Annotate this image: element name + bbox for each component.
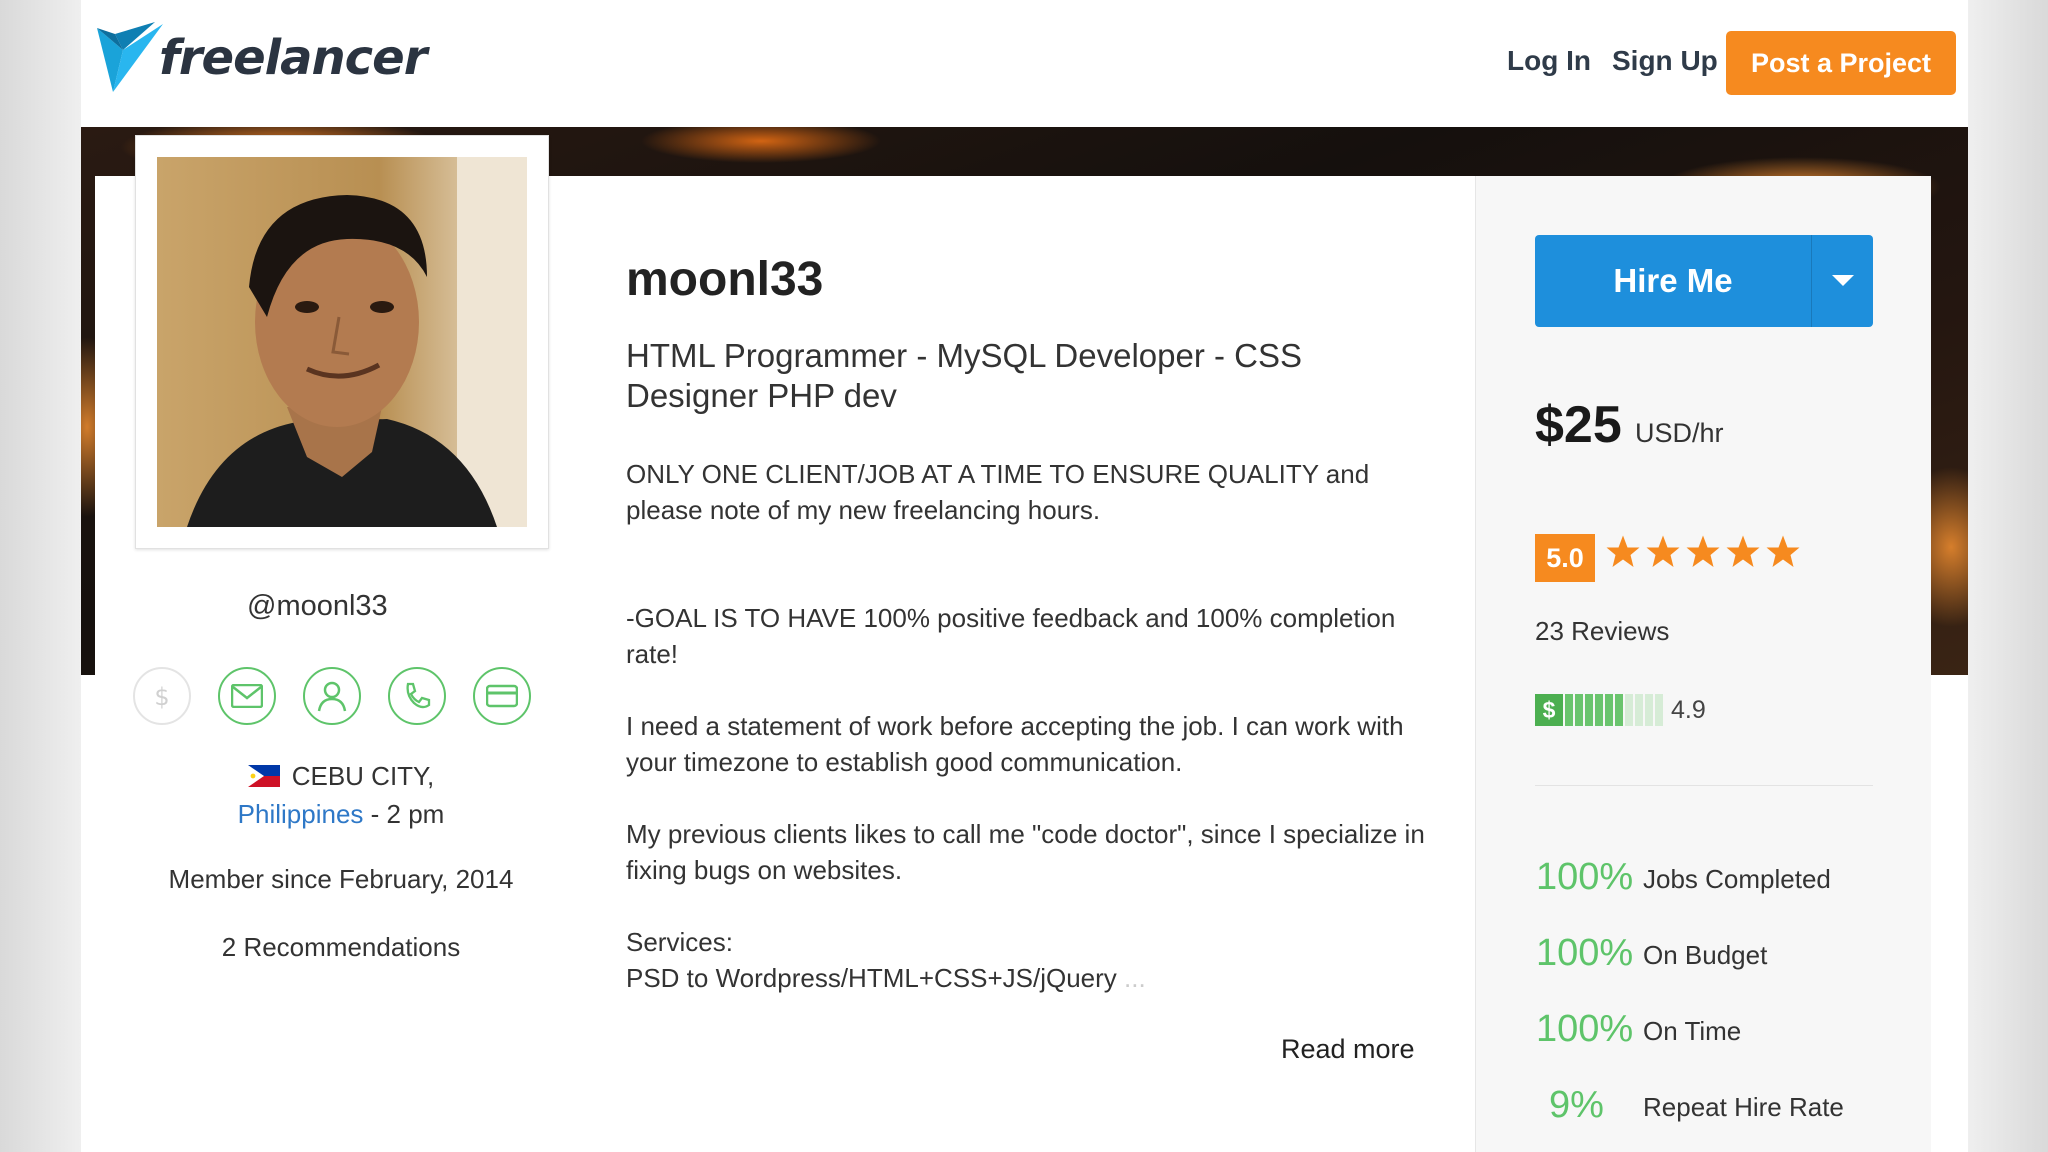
earnings-bar-segment — [1605, 694, 1613, 726]
divider — [1535, 785, 1873, 786]
services-block: Services: PSD to Wordpress/HTML+CSS+JS/j… — [626, 924, 1446, 996]
hire-me-button[interactable]: Hire Me — [1535, 235, 1873, 327]
page-title: moonl33 — [626, 253, 824, 306]
star-icon — [1686, 535, 1720, 567]
city-label: CEBU CITY, — [291, 761, 435, 791]
card-icon — [473, 667, 531, 725]
earnings-bar-segment — [1585, 694, 1593, 726]
stat-percentage: 100% — [1536, 1008, 1634, 1050]
logo-wordmark: freelancer — [159, 30, 427, 86]
earnings-score-value: 4.9 — [1671, 695, 1706, 724]
hourly-rate: $25 — [1535, 396, 1622, 454]
stat-label: On Time — [1643, 1016, 1742, 1046]
bird-logo-icon — [97, 22, 163, 92]
page-frame: freelancer Log In Sign Up Post a Project — [81, 0, 1968, 1152]
star-rating — [1605, 534, 1801, 570]
signup-link[interactable]: Sign Up — [1612, 45, 1718, 77]
description-paragraph: ONLY ONE CLIENT/JOB AT A TIME TO ENSURE … — [626, 459, 1370, 525]
email-icon — [218, 667, 276, 725]
star-icon — [1646, 535, 1680, 567]
avatar — [157, 157, 527, 527]
top-nav: freelancer Log In Sign Up Post a Project — [81, 0, 1968, 127]
hire-me-label[interactable]: Hire Me — [1535, 235, 1811, 327]
star-icon — [1766, 535, 1800, 567]
earnings-bar-segment — [1565, 694, 1573, 726]
rating-badge: 5.0 — [1535, 534, 1595, 582]
earnings-bar-segment — [1645, 694, 1653, 726]
description-paragraph: I need a statement of work before accept… — [626, 711, 1404, 777]
phone-icon — [388, 667, 446, 725]
member-since: Member since February, 2014 — [168, 864, 514, 894]
earnings-bar-segment — [1595, 694, 1603, 726]
login-link[interactable]: Log In — [1507, 45, 1591, 77]
stat-label: Repeat Hire Rate — [1643, 1092, 1844, 1122]
earnings-score: $ 4.9 — [1535, 694, 1706, 726]
stat-percentage: 100% — [1536, 856, 1634, 898]
profile-handle: @moonl33 — [247, 590, 388, 622]
services-label: Services: — [626, 927, 733, 957]
philippines-flag-icon — [247, 759, 280, 787]
rate-unit: USD/hr — [1635, 418, 1724, 448]
local-time: - 2 pm — [370, 799, 445, 829]
location: CEBU CITY, Philippines - 2 pm — [81, 757, 601, 833]
post-project-button[interactable]: Post a Project — [1726, 31, 1956, 95]
avatar-frame — [135, 135, 549, 549]
description-paragraph: -GOAL IS TO HAVE 100% positive feedback … — [626, 603, 1396, 669]
star-icon — [1606, 535, 1640, 567]
star-icon — [1726, 535, 1760, 567]
truncation-ellipsis: ... — [1124, 963, 1146, 993]
verification-icons: $ — [133, 667, 531, 725]
stat-label: On Budget — [1643, 940, 1768, 970]
recommendations-count[interactable]: 2 Recommendations — [81, 932, 601, 963]
earnings-bar-segment — [1615, 694, 1623, 726]
earnings-bar-segment — [1625, 694, 1633, 726]
earnings-bar-segment — [1635, 694, 1643, 726]
stat-label: Jobs Completed — [1643, 864, 1831, 894]
dollar-icon: $ — [1535, 694, 1563, 726]
earnings-bar — [1565, 694, 1663, 726]
dollar-icon: $ — [133, 667, 191, 725]
earnings-bar-segment — [1575, 694, 1583, 726]
chevron-down-icon[interactable] — [1812, 235, 1873, 327]
reviews-count[interactable]: 23 Reviews — [1535, 616, 1669, 647]
profile-tagline: HTML Programmer - MySQL Developer - CSS … — [626, 337, 1303, 414]
read-more-link[interactable]: Read more — [1281, 1034, 1415, 1065]
services-text: PSD to Wordpress/HTML+CSS+JS/jQuery — [626, 963, 1117, 993]
stat-percentage: 9% — [1549, 1084, 1604, 1126]
earnings-bar-segment — [1655, 694, 1663, 726]
freelancer-logo[interactable]: freelancer — [95, 20, 427, 96]
user-icon — [303, 667, 361, 725]
svg-text:$: $ — [154, 683, 169, 711]
stat-percentage: 100% — [1536, 932, 1634, 974]
description-paragraph: My previous clients likes to call me "co… — [626, 819, 1425, 885]
country-link[interactable]: Philippines — [238, 799, 364, 829]
